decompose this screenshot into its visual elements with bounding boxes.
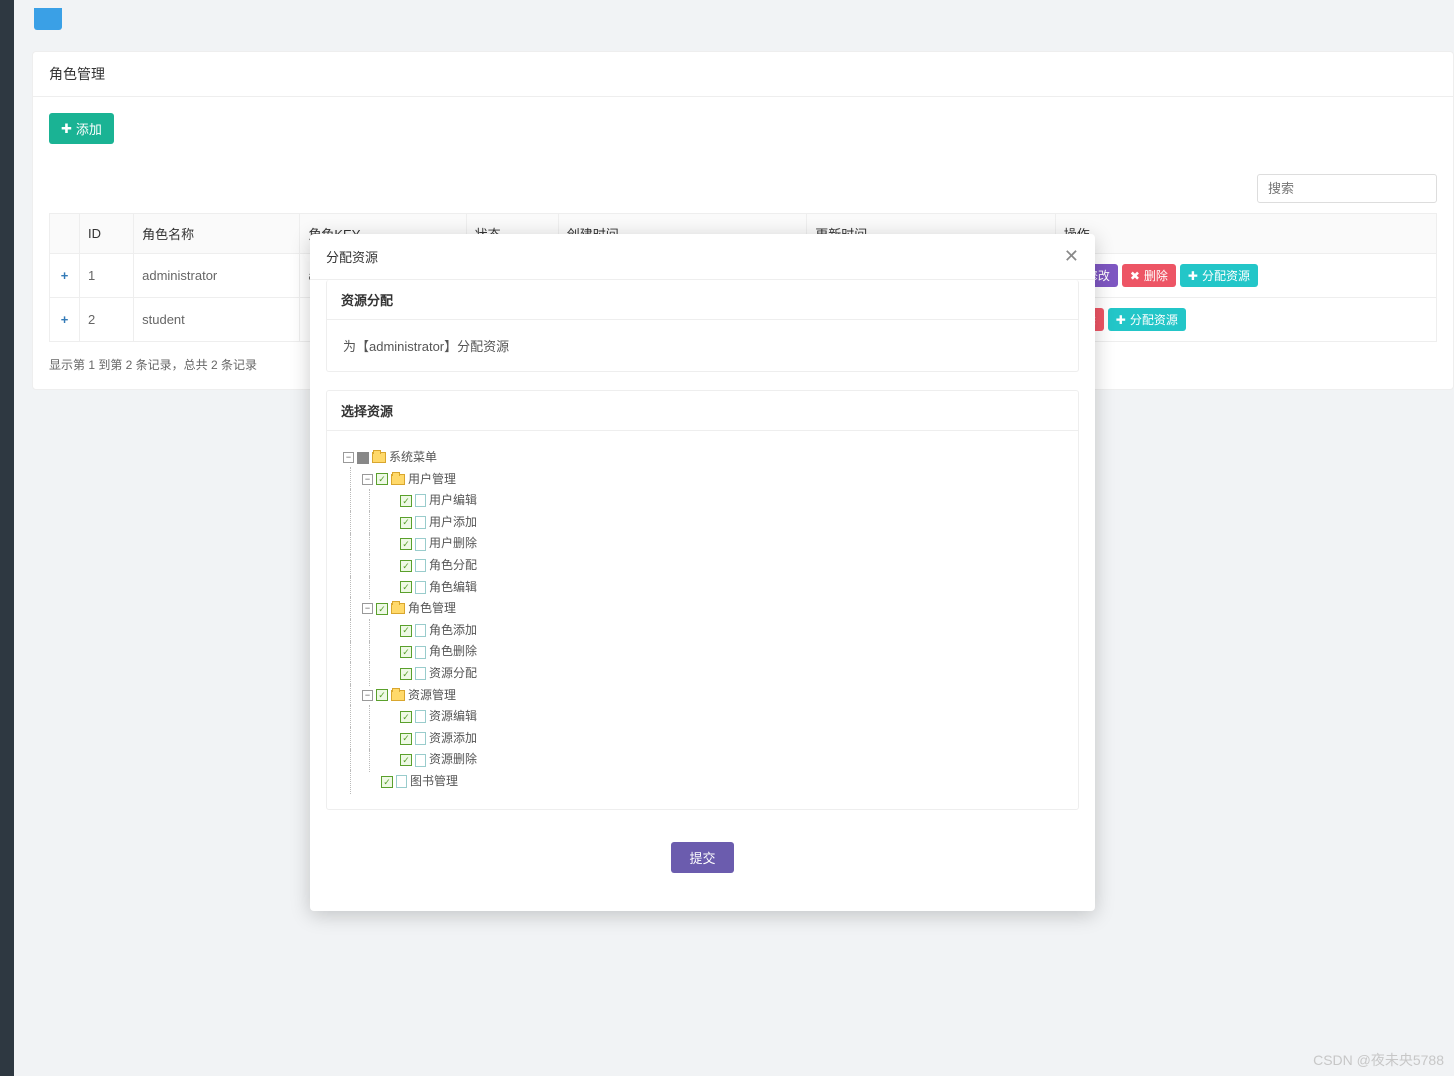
tree-label: 资源编辑 <box>429 706 477 728</box>
file-icon <box>415 624 426 637</box>
checkbox-checked-icon[interactable]: ✓ <box>400 711 412 723</box>
tree-label: 角色删除 <box>429 641 477 663</box>
tree-label: 角色编辑 <box>429 577 477 599</box>
tree-label: 资源管理 <box>408 685 456 707</box>
checkbox-checked-icon[interactable]: ✓ <box>376 689 388 701</box>
section-text: 为【administrator】分配资源 <box>327 320 1078 371</box>
checkbox-checked-icon[interactable]: ✓ <box>381 776 393 788</box>
file-icon <box>415 667 426 680</box>
tree-label: 用户删除 <box>429 533 477 555</box>
file-icon <box>415 732 426 745</box>
modal-title: 分配资源 <box>326 247 378 266</box>
folder-icon <box>391 474 405 485</box>
submit-button[interactable]: 提交 <box>671 842 733 873</box>
checkbox-checked-icon[interactable]: ✓ <box>376 603 388 615</box>
tree-label: 资源添加 <box>429 728 477 750</box>
tree-label: 用户管理 <box>408 469 456 491</box>
tree-label: 角色添加 <box>429 620 477 642</box>
checkbox-checked-icon[interactable]: ✓ <box>400 560 412 572</box>
section-resource-assign: 资源分配 为【administrator】分配资源 <box>326 280 1079 372</box>
tree-label: 用户添加 <box>429 512 477 534</box>
tree-label: 资源删除 <box>429 749 477 771</box>
tree-node-leaf[interactable]: ✓ 资源删除 <box>343 749 1062 771</box>
tree-node-leaf[interactable]: ✓ 资源添加 <box>343 728 1062 750</box>
checkbox-checked-icon[interactable]: ✓ <box>400 646 412 658</box>
collapse-icon[interactable]: − <box>343 452 354 463</box>
submit-button-label: 提交 <box>689 848 715 867</box>
tree-label: 用户编辑 <box>429 490 477 512</box>
folder-icon <box>391 603 405 614</box>
file-icon <box>415 710 426 723</box>
section-title: 选择资源 <box>327 391 1078 431</box>
tree-label: 系统菜单 <box>389 447 437 469</box>
file-icon <box>415 516 426 529</box>
tree-node-leaf[interactable]: ✓ 用户添加 <box>343 512 1062 534</box>
file-icon <box>415 538 426 551</box>
tree-node-leaf[interactable]: ✓ 资源编辑 <box>343 706 1062 728</box>
tree-node-role-mgmt[interactable]: − ✓ 角色管理 <box>343 598 1062 620</box>
tree-label: 角色管理 <box>408 598 456 620</box>
tree-node-leaf[interactable]: ✓ 角色编辑 <box>343 577 1062 599</box>
checkbox-checked-icon[interactable]: ✓ <box>400 495 412 507</box>
tree-label: 图书管理 <box>410 771 458 793</box>
collapse-icon[interactable]: − <box>362 690 373 701</box>
checkbox-checked-icon[interactable]: ✓ <box>400 754 412 766</box>
tree-label: 角色分配 <box>429 555 477 577</box>
file-icon <box>415 559 426 572</box>
tree-node-leaf[interactable]: ✓ 角色添加 <box>343 620 1062 642</box>
checkbox-checked-icon[interactable]: ✓ <box>400 733 412 745</box>
checkbox-partial-icon[interactable] <box>357 452 369 464</box>
tree-node-user-mgmt[interactable]: − ✓ 用户管理 <box>343 469 1062 491</box>
folder-icon <box>372 452 386 463</box>
file-icon <box>415 581 426 594</box>
file-icon <box>415 646 426 659</box>
resource-tree: − 系统菜单 − ✓ <box>327 431 1078 809</box>
checkbox-checked-icon[interactable]: ✓ <box>400 538 412 550</box>
checkbox-checked-icon[interactable]: ✓ <box>400 625 412 637</box>
modal-body: 资源分配 为【administrator】分配资源 选择资源 − 系统菜单 <box>310 280 1095 911</box>
file-icon <box>415 754 426 767</box>
modal-header: 分配资源 ✕ <box>310 234 1095 280</box>
checkbox-checked-icon[interactable]: ✓ <box>400 581 412 593</box>
tree-node-leaf[interactable]: ✓ 资源分配 <box>343 663 1062 685</box>
tree-node-res-mgmt[interactable]: − ✓ 资源管理 <box>343 685 1062 707</box>
tree-node-root[interactable]: − 系统菜单 <box>343 447 1062 469</box>
collapse-icon[interactable]: − <box>362 474 373 485</box>
close-icon[interactable]: ✕ <box>1064 246 1079 267</box>
tree-node-leaf[interactable]: ✓ 角色删除 <box>343 641 1062 663</box>
folder-icon <box>391 690 405 701</box>
tree-node-leaf[interactable]: ✓ 用户删除 <box>343 533 1062 555</box>
tree-node-book-mgmt[interactable]: ✓ 图书管理 <box>343 771 1062 793</box>
section-title: 资源分配 <box>327 280 1078 320</box>
modal-footer: 提交 <box>326 828 1079 891</box>
assign-resource-modal: 分配资源 ✕ 资源分配 为【administrator】分配资源 选择资源 − … <box>310 234 1095 911</box>
tree-node-leaf[interactable]: ✓ 角色分配 <box>343 555 1062 577</box>
file-icon <box>396 775 407 788</box>
checkbox-checked-icon[interactable]: ✓ <box>376 473 388 485</box>
tree-node-leaf[interactable]: ✓ 用户编辑 <box>343 490 1062 512</box>
checkbox-checked-icon[interactable]: ✓ <box>400 517 412 529</box>
checkbox-checked-icon[interactable]: ✓ <box>400 668 412 680</box>
tree-label: 资源分配 <box>429 663 477 685</box>
collapse-icon[interactable]: − <box>362 603 373 614</box>
section-select-resource: 选择资源 − 系统菜单 <box>326 390 1079 810</box>
file-icon <box>415 494 426 507</box>
